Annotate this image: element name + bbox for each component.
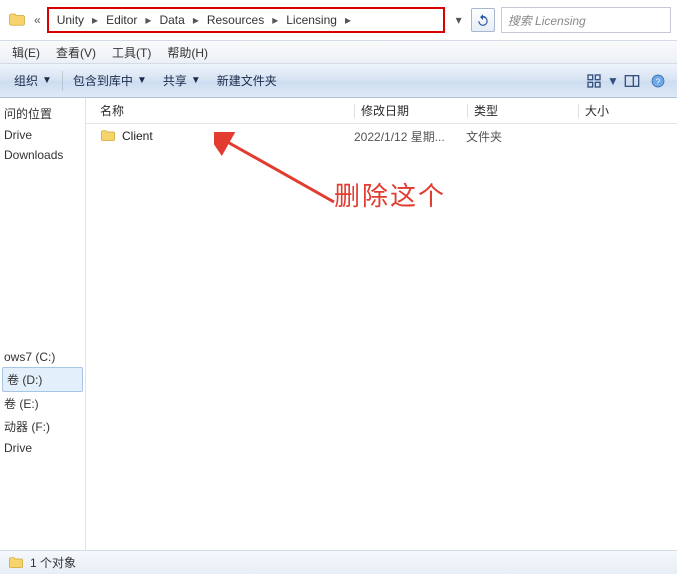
search-placeholder: 搜索 Licensing (508, 12, 586, 29)
menu-help[interactable]: 帮助(H) (159, 42, 216, 63)
view-caret-icon[interactable]: ▼ (607, 69, 619, 93)
help-button[interactable]: ? (645, 69, 671, 93)
sidebar-item[interactable]: Downloads (0, 145, 85, 165)
breadcrumb-item-data[interactable]: Data (155, 11, 188, 29)
share-button[interactable]: 共享 ▼ (155, 68, 209, 93)
menu-view[interactable]: 查看(V) (48, 42, 104, 63)
status-bar: 1 个对象 (0, 550, 677, 574)
breadcrumb-item-licensing[interactable]: Licensing (282, 11, 341, 29)
address-bar: « Unity▸ Editor▸ Data▸ Resources▸ Licens… (0, 0, 677, 40)
breadcrumb-arrow-icon[interactable]: ▸ (141, 11, 155, 29)
new-folder-button[interactable]: 新建文件夹 (209, 68, 285, 93)
breadcrumb-item-resources[interactable]: Resources (203, 11, 268, 29)
caret-down-icon: ▼ (42, 75, 52, 86)
explorer-body: 问的位置 Drive Downloads ows7 (C:) 卷 (D:) 卷 … (0, 98, 677, 550)
search-input[interactable]: 搜索 Licensing (501, 7, 671, 33)
sidebar-item-drive-f[interactable]: 动器 (F:) (0, 415, 85, 438)
toolbar-separator (62, 71, 63, 91)
menu-bar: 辑(E) 查看(V) 工具(T) 帮助(H) (0, 40, 677, 64)
sidebar-item-drive-d[interactable]: 卷 (D:) (2, 367, 83, 392)
column-header-type[interactable]: 类型 (468, 98, 578, 123)
navigation-pane: 问的位置 Drive Downloads ows7 (C:) 卷 (D:) 卷 … (0, 98, 86, 550)
svg-text:?: ? (656, 77, 661, 86)
column-headers: 名称 修改日期 类型 大小 (86, 98, 677, 124)
caret-down-icon: ▼ (191, 75, 201, 86)
breadcrumb-arrow-icon[interactable]: ▸ (268, 11, 282, 29)
status-text: 1 个对象 (30, 554, 76, 571)
sidebar-item-drive-c[interactable]: ows7 (C:) (0, 347, 85, 367)
column-header-size[interactable]: 大小 (579, 98, 639, 123)
breadcrumb-arrow-icon[interactable]: ▸ (189, 11, 203, 29)
annotation-text: 删除这个 (334, 176, 446, 213)
file-date: 2022/1/12 星期... (354, 128, 466, 145)
sidebar-item-drive-e[interactable]: 卷 (E:) (0, 392, 85, 415)
column-header-name[interactable]: 名称 (100, 98, 354, 123)
folder-icon (100, 128, 116, 144)
file-type: 文件夹 (466, 128, 576, 145)
location-folder-icon (6, 9, 28, 31)
menu-edit[interactable]: 辑(E) (4, 42, 48, 63)
toolbar: 组织 ▼ 包含到库中 ▼ 共享 ▼ 新建文件夹 ▼ ? (0, 64, 677, 98)
column-header-date[interactable]: 修改日期 (355, 98, 467, 123)
change-view-button[interactable] (581, 69, 607, 93)
include-in-library-button[interactable]: 包含到库中 ▼ (65, 68, 155, 93)
breadcrumb-arrow-icon[interactable]: ▸ (88, 11, 102, 29)
breadcrumb-overflow-icon[interactable]: « (32, 13, 43, 27)
breadcrumb-arrow-icon[interactable]: ▸ (341, 11, 355, 29)
sidebar-item[interactable]: Drive (0, 125, 85, 145)
file-name: Client (122, 129, 153, 143)
breadcrumb-item-editor[interactable]: Editor (102, 11, 141, 29)
sidebar-item[interactable]: Drive (0, 438, 85, 458)
breadcrumb-item-unity[interactable]: Unity (53, 11, 88, 29)
file-list-pane: 名称 修改日期 类型 大小 Client 2022/1/12 星期... 文件夹… (86, 98, 677, 550)
file-row-client[interactable]: Client 2022/1/12 星期... 文件夹 (86, 124, 677, 148)
menu-tools[interactable]: 工具(T) (104, 42, 159, 63)
sidebar-item[interactable]: 问的位置 (0, 102, 85, 125)
address-dropdown-icon[interactable]: ▾ (451, 8, 467, 32)
organize-button[interactable]: 组织 ▼ (6, 68, 60, 93)
folder-icon (8, 555, 24, 571)
preview-pane-button[interactable] (619, 69, 645, 93)
refresh-button[interactable] (471, 8, 495, 32)
breadcrumb: Unity▸ Editor▸ Data▸ Resources▸ Licensin… (47, 7, 445, 33)
caret-down-icon: ▼ (137, 75, 147, 86)
